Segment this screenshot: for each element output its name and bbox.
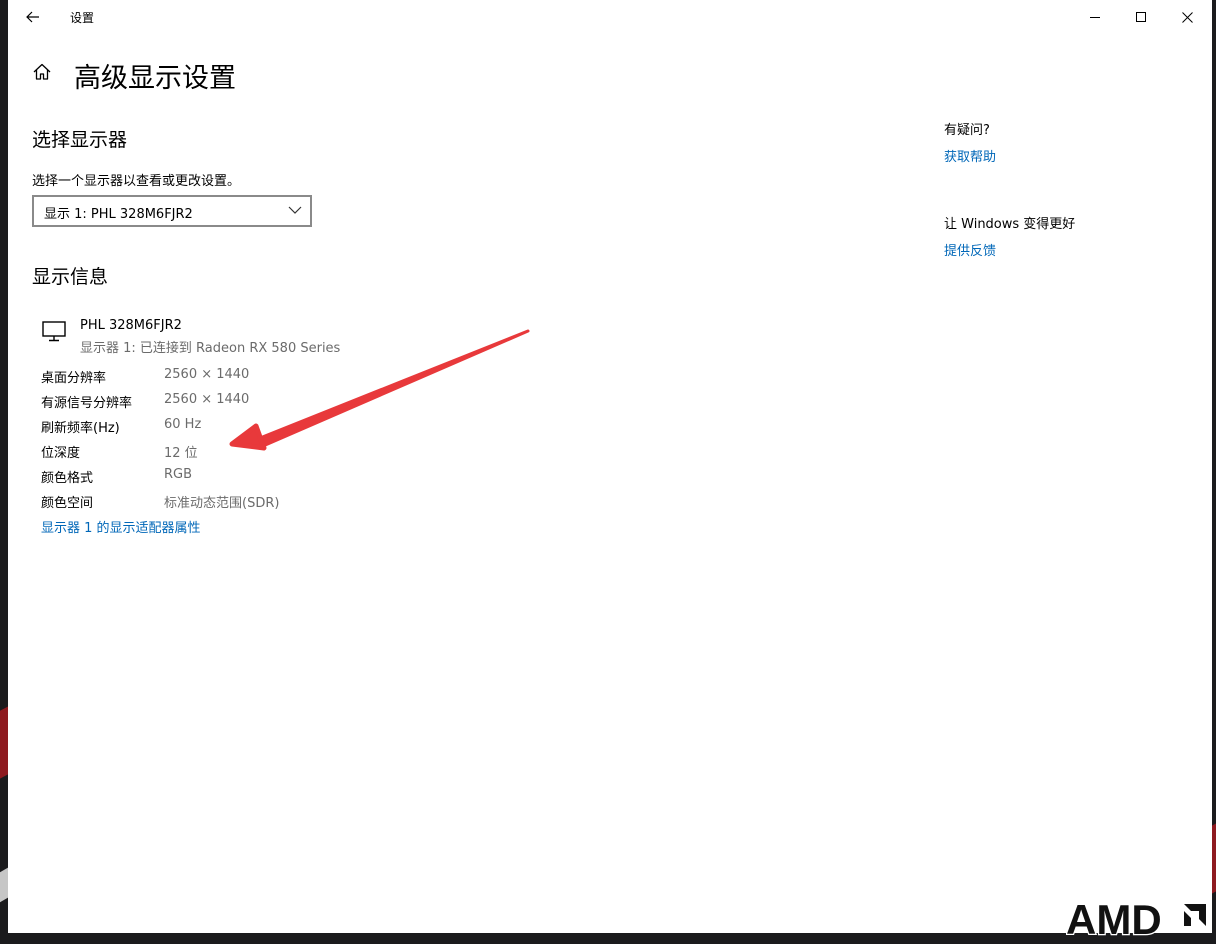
display-adapter-properties-link[interactable]: 显示器 1 的显示适配器属性 — [41, 517, 201, 536]
feedback-heading: 让 Windows 变得更好 — [944, 217, 1076, 232]
info-value: 12 位 — [164, 446, 198, 461]
page-title: 高级显示设置 — [74, 63, 236, 94]
amd-logo: AMD — [1066, 898, 1207, 938]
display-info-table: 桌面分辨率 2560 × 1440 有源信号分辨率 2560 × 1440 刷新… — [41, 364, 361, 514]
info-value: 标准动态范围(SDR) — [164, 496, 280, 511]
monitor-name: PHL 328M6FJR2 — [80, 318, 182, 333]
info-row-desktop-resolution: 桌面分辨率 2560 × 1440 — [41, 364, 361, 389]
get-help-link[interactable]: 获取帮助 — [944, 146, 996, 165]
info-value: 2560 × 1440 — [164, 392, 250, 407]
select-display-description: 选择一个显示器以查看或更改设置。 — [32, 174, 241, 189]
close-button[interactable] — [1164, 0, 1210, 34]
select-display-heading: 选择显示器 — [32, 129, 128, 151]
close-icon — [1181, 11, 1193, 23]
maximize-icon — [1136, 12, 1146, 22]
chevron-down-icon — [288, 206, 302, 214]
help-heading: 有疑问? — [944, 123, 990, 138]
info-value: RGB — [164, 467, 193, 482]
amd-logo-text: AMD — [1066, 898, 1162, 938]
title-bar: 设置 — [8, 0, 1212, 34]
info-label: 桌面分辨率 — [41, 371, 107, 386]
minimize-icon — [1090, 17, 1100, 18]
monitor-icon — [42, 321, 66, 342]
info-label: 颜色空间 — [41, 496, 94, 511]
back-arrow-icon — [26, 11, 39, 23]
info-value: 60 Hz — [164, 417, 202, 432]
display-select-dropdown[interactable]: 显示 1: PHL 328M6FJR2 — [32, 195, 312, 227]
info-label: 刷新频率(Hz) — [41, 421, 120, 436]
info-label: 有源信号分辨率 — [41, 396, 133, 411]
maximize-button[interactable] — [1118, 0, 1164, 34]
app-title: 设置 — [70, 11, 95, 25]
info-row-bit-depth: 位深度 12 位 — [41, 439, 361, 464]
display-select-value: 显示 1: PHL 328M6FJR2 — [44, 207, 193, 222]
info-row-active-signal-resolution: 有源信号分辨率 2560 × 1440 — [41, 389, 361, 414]
info-label: 位深度 — [41, 446, 81, 461]
info-value: 2560 × 1440 — [164, 367, 250, 382]
info-row-color-space: 颜色空间 标准动态范围(SDR) — [41, 489, 361, 514]
display-info-heading: 显示信息 — [32, 266, 109, 288]
back-button[interactable] — [18, 2, 48, 32]
give-feedback-link[interactable]: 提供反馈 — [944, 240, 996, 259]
monitor-connection: 显示器 1: 已连接到 Radeon RX 580 Series — [80, 341, 341, 356]
home-button[interactable] — [32, 62, 54, 84]
info-row-color-format: 颜色格式 RGB — [41, 464, 361, 489]
info-row-refresh-rate: 刷新频率(Hz) 60 Hz — [41, 414, 361, 439]
settings-window: 设置 高级显示设置 选择显示器 选择一个显示器以查看或更改设置。 显示 1: P… — [8, 0, 1212, 933]
info-label: 颜色格式 — [41, 471, 94, 486]
minimize-button[interactable] — [1072, 0, 1118, 34]
home-icon — [33, 63, 51, 80]
